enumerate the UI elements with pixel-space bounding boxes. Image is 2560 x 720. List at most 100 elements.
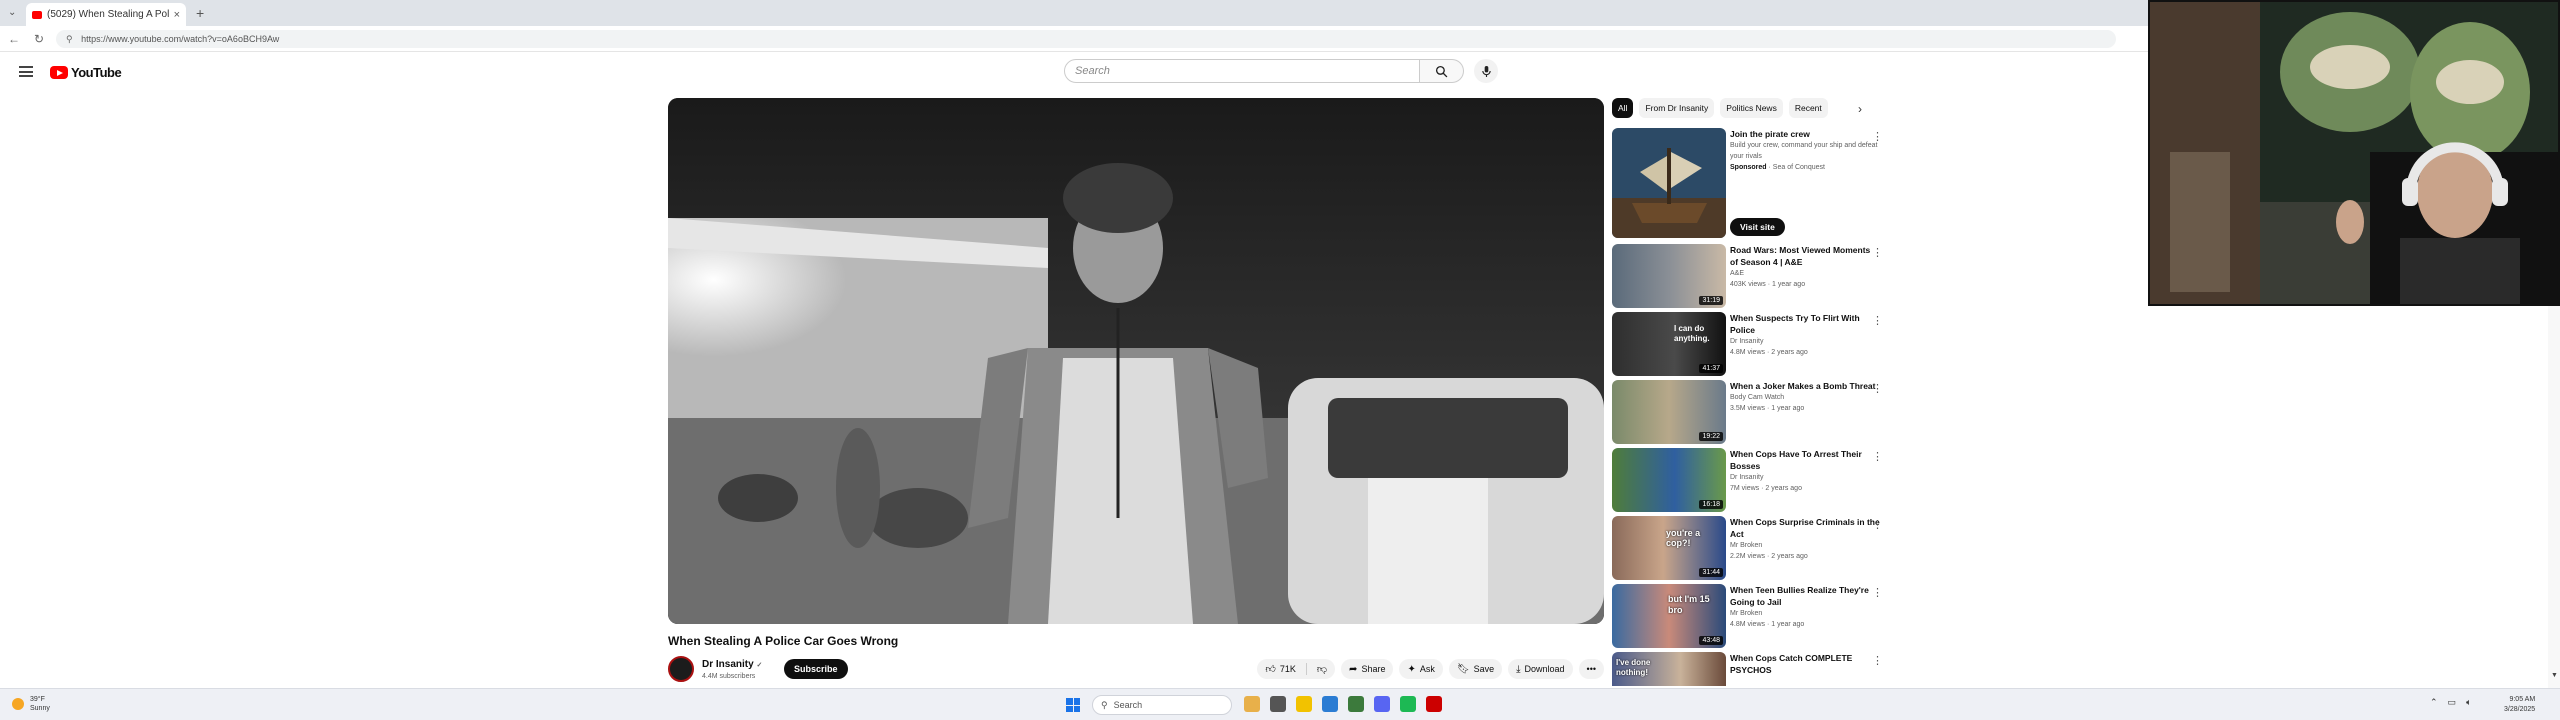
bookmark-icon: 🔖︎: [1456, 663, 1470, 675]
visit-site-button[interactable]: Visit site: [1730, 218, 1785, 236]
screen: ⌄ (5029) When Stealing A Police... × + ←…: [0, 0, 2560, 720]
more-options-icon[interactable]: ⋮: [1872, 654, 1883, 667]
video-thumbnail[interactable]: but I'm 15 bro 43:48: [1612, 584, 1726, 648]
weather-widget[interactable]: 39°F Sunny: [12, 695, 50, 713]
save-button[interactable]: 🔖︎ Save: [1448, 659, 1503, 679]
video-thumbnail[interactable]: 16:18: [1612, 448, 1726, 512]
thumbs-down-icon[interactable]: 👎︎: [1317, 663, 1327, 675]
chip-politics-news[interactable]: Politics News: [1720, 98, 1783, 118]
video-title: When Cops Surprise Criminals in the Act: [1730, 517, 1880, 539]
list-item[interactable]: 16:18 When Cops Have To Arrest Their Bos…: [1612, 448, 1892, 512]
more-options-icon[interactable]: ⋮: [1872, 246, 1883, 259]
more-actions-button[interactable]: •••: [1578, 659, 1604, 679]
chrome-icon[interactable]: [1348, 696, 1364, 712]
tab-close-icon[interactable]: ×: [174, 9, 180, 21]
taskbar-pinned-apps: [1244, 696, 1442, 712]
chevron-right-icon[interactable]: ›: [1858, 102, 1862, 116]
video-title: Road Wars: Most Viewed Moments of Season…: [1730, 245, 1871, 267]
subscribe-button[interactable]: Subscribe: [784, 659, 848, 679]
ad-info: Join the pirate crew Build your crew, co…: [1730, 128, 1880, 173]
chip-from-channel[interactable]: From Dr Insanity: [1639, 98, 1715, 118]
spotify-icon[interactable]: [1400, 696, 1416, 712]
ad-thumbnail[interactable]: [1612, 128, 1726, 238]
duration-badge: 16:18: [1699, 500, 1723, 509]
new-tab-button[interactable]: +: [196, 5, 204, 21]
sponsored-label: Sponsored: [1730, 164, 1767, 171]
hamburger-menu-icon[interactable]: [19, 66, 33, 77]
ad-more-icon[interactable]: ⋮: [1872, 130, 1883, 143]
video-info: When a Joker Makes a Bomb Threat Body Ca…: [1730, 380, 1880, 414]
video-frame: [668, 98, 1604, 624]
video-thumbnail[interactable]: 19:22: [1612, 380, 1726, 444]
browser-tab-active[interactable]: (5029) When Stealing A Police... ×: [26, 3, 186, 26]
scroll-down-icon[interactable]: ▼: [2551, 672, 2558, 679]
video-stats: 4.8M views · 1 year ago: [1730, 621, 1805, 628]
more-options-icon[interactable]: ⋮: [1872, 314, 1883, 327]
reload-icon[interactable]: ↻: [34, 32, 44, 46]
widgets-icon[interactable]: [1244, 696, 1260, 712]
video-thumbnail[interactable]: I've done nothing!: [1612, 652, 1726, 686]
taskbar-search[interactable]: ⚲ Search: [1092, 695, 1232, 715]
list-item[interactable]: 19:22 When a Joker Makes a Bomb Threat B…: [1612, 380, 1892, 444]
thumbnail-text: I can do anything.: [1674, 324, 1710, 343]
video-player[interactable]: [668, 98, 1604, 624]
video-stats: 2.2M views · 2 years ago: [1730, 553, 1808, 560]
download-label: Download: [1524, 664, 1565, 674]
chip-recent[interactable]: Recent: [1788, 98, 1828, 118]
video-thumbnail[interactable]: you're a cop?! 31:44: [1612, 516, 1726, 580]
list-item[interactable]: I can do anything. 41:37 When Suspects T…: [1612, 312, 1892, 376]
list-item[interactable]: 31:19 Road Wars: Most Viewed Moments of …: [1612, 244, 1892, 308]
edge-icon[interactable]: [1322, 696, 1338, 712]
weather-desc: Sunny: [30, 705, 50, 712]
discord-icon[interactable]: [1374, 696, 1390, 712]
list-item[interactable]: you're a cop?! 31:44 When Cops Surprise …: [1612, 516, 1892, 580]
share-button[interactable]: ➦ Share: [1341, 659, 1394, 679]
back-arrow-icon[interactable]: ←: [8, 32, 20, 46]
channel-avatar[interactable]: [668, 656, 694, 682]
voice-search-button[interactable]: [1474, 59, 1498, 83]
list-item[interactable]: but I'm 15 bro 43:48 When Teen Bullies R…: [1612, 584, 1892, 648]
video-thumbnail[interactable]: 31:19: [1612, 244, 1726, 308]
more-options-icon[interactable]: ⋮: [1872, 518, 1883, 531]
search-button[interactable]: [1420, 59, 1464, 83]
video-info: When Teen Bullies Realize They're Going …: [1730, 584, 1880, 630]
chevron-up-icon[interactable]: ⌃: [2430, 697, 2438, 708]
video-channel: Mr Broken: [1730, 542, 1763, 549]
page-scrollbar[interactable]: [2548, 306, 2560, 688]
youtube-logo[interactable]: YouTube: [50, 65, 122, 80]
chip-all[interactable]: All: [1612, 98, 1634, 118]
volume-icon[interactable]: 🔈︎: [2466, 697, 2471, 708]
taskbar-clock[interactable]: 9:05 AM 3/28/2025: [2504, 695, 2535, 715]
more-options-icon[interactable]: ⋮: [1872, 586, 1883, 599]
search-input[interactable]: Search: [1064, 59, 1420, 83]
video-channel: Mr Broken: [1730, 610, 1763, 617]
tab-search-icon[interactable]: ⌄: [8, 7, 16, 18]
video-channel: Dr Insanity: [1730, 338, 1764, 345]
ask-button[interactable]: ✦ Ask: [1399, 659, 1443, 679]
obs-icon[interactable]: [1426, 696, 1442, 712]
taskbar-search-label: Search: [1113, 700, 1143, 710]
windows-start-icon[interactable]: [1066, 698, 1080, 712]
task-view-icon[interactable]: [1270, 696, 1286, 712]
ad-advertiser: · Sea of Conquest: [1768, 164, 1825, 171]
microphone-icon: [1481, 65, 1491, 77]
channel-name-link[interactable]: Dr Insanity ✓: [702, 659, 762, 670]
download-button[interactable]: ⤓ Download: [1508, 659, 1573, 679]
more-options-icon[interactable]: ⋮: [1872, 382, 1883, 395]
thumbnail-text: but I'm 15 bro: [1668, 594, 1710, 615]
more-options-icon[interactable]: ⋮: [1872, 450, 1883, 463]
video-thumbnail[interactable]: I can do anything. 41:37: [1612, 312, 1726, 376]
webcam-overlay: [2148, 0, 2560, 306]
sun-icon: [12, 698, 24, 710]
address-bar[interactable]: ⚲ https://www.youtube.com/watch?v=oA6oBC…: [56, 30, 2116, 48]
network-icon[interactable]: ▭: [2448, 697, 2457, 708]
file-explorer-icon[interactable]: [1296, 696, 1312, 712]
ad-sponsor-line: Sponsored · Sea of Conquest: [1730, 162, 1880, 173]
like-count: 71K: [1279, 664, 1296, 674]
ad-card[interactable]: Join the pirate crew Build your crew, co…: [1612, 128, 1892, 238]
duration-badge: 31:44: [1699, 568, 1723, 577]
list-item[interactable]: I've done nothing! When Cops Catch COMPL…: [1612, 652, 1892, 686]
video-title: When a Joker Makes a Bomb Threat: [1730, 381, 1876, 391]
like-button[interactable]: 👍︎ 71K: [1265, 663, 1295, 675]
site-info-icon[interactable]: ⚲: [66, 34, 73, 44]
